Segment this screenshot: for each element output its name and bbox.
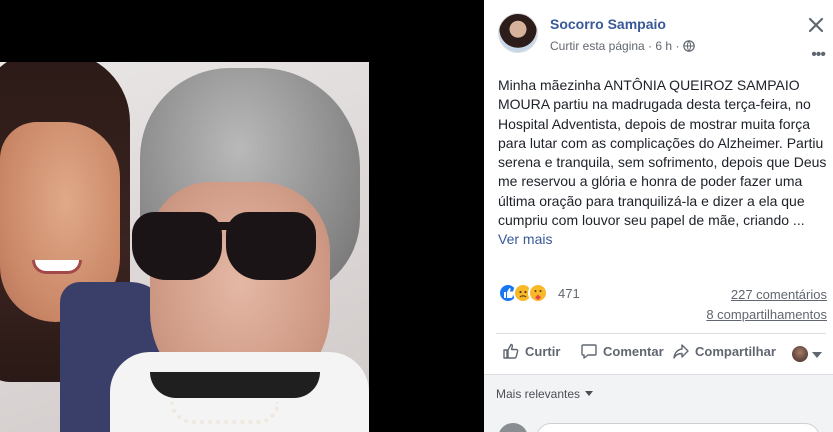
post-header: Socorro Sampaio Curtir esta página · 6 h… (484, 0, 833, 64)
page-avatar[interactable] (498, 13, 538, 53)
like-button[interactable]: Curtir (502, 342, 560, 360)
comment-sort-dropdown[interactable]: Mais relevantes (496, 387, 594, 401)
like-icon (503, 343, 519, 359)
reaction-count[interactable]: 471 (558, 286, 580, 301)
share-label: Compartilhar (695, 343, 776, 359)
commenter-avatar (498, 423, 528, 432)
comment-button[interactable]: Comentar (580, 342, 664, 360)
photo-detail (226, 212, 316, 280)
chevron-down-icon[interactable] (812, 352, 822, 358)
shares-count-link[interactable]: 8 compartilhamentos (706, 305, 827, 325)
photo-detail (214, 222, 234, 230)
more-options-icon[interactable]: ••• (811, 46, 826, 64)
like-label: Curtir (525, 343, 561, 359)
post-panel: Socorro Sampaio Curtir esta página · 6 h… (484, 0, 833, 432)
comments-section: Mais relevantes (484, 374, 833, 432)
close-icon[interactable] (805, 14, 827, 36)
meta-separator: · (675, 39, 680, 53)
globe-icon (682, 40, 695, 55)
page-name-link[interactable]: Socorro Sampaio (550, 16, 666, 32)
comment-icon (581, 344, 597, 359)
comment-sort-label: Mais relevantes (496, 387, 581, 401)
share-icon (673, 344, 689, 359)
post-meta: Curtir esta página · 6 h · (550, 39, 695, 55)
post-time[interactable]: 6 h (655, 39, 672, 53)
like-page-link[interactable]: Curtir esta página (550, 39, 645, 53)
care-reaction-icon (528, 283, 548, 303)
chevron-down-icon (585, 391, 594, 396)
engagement-counts: 227 comentários 8 compartilhamentos (706, 285, 827, 325)
see-more-link[interactable]: Ver mais (498, 231, 552, 247)
photo-detail (150, 372, 320, 398)
comments-count-link[interactable]: 227 comentários (706, 285, 827, 305)
meta-separator: · (648, 39, 653, 53)
photo-detail (132, 212, 222, 280)
divider (496, 333, 826, 334)
post-message: Minha mãezinha ANTÔNIA QUEIROZ SAMPAIO M… (498, 76, 828, 250)
share-button[interactable]: Compartilhar (672, 342, 776, 360)
post-actions: Curtir Comentar Compartilhar (498, 342, 828, 366)
post-photo[interactable] (0, 62, 369, 432)
post-body: Minha mãezinha ANTÔNIA QUEIROZ SAMPAIO M… (498, 77, 827, 229)
photo-detail (32, 260, 82, 274)
photo-viewer (0, 0, 484, 432)
comment-input[interactable] (536, 423, 820, 432)
actor-avatar[interactable] (792, 346, 808, 362)
comment-label: Comentar (603, 343, 664, 359)
photo-detail (170, 402, 280, 424)
